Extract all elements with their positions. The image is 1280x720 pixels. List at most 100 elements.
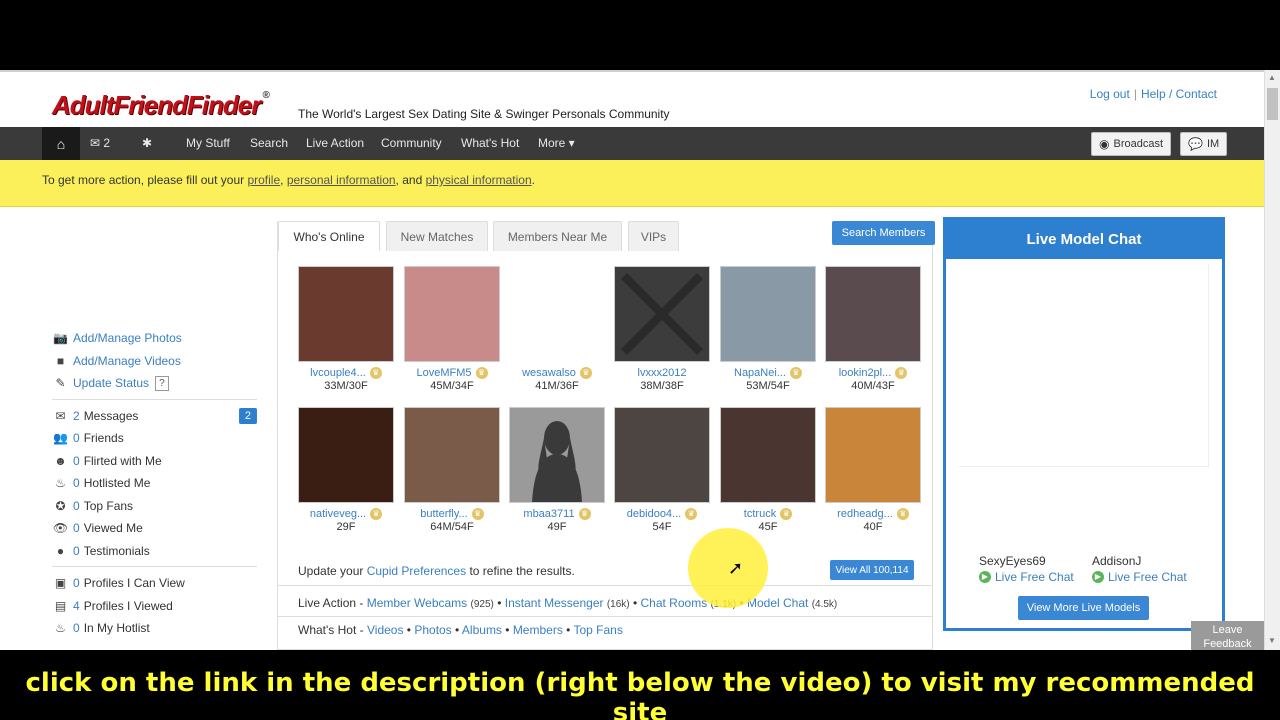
member-name[interactable]: butterfly... [420,508,467,520]
model-entry[interactable]: AddisonJ ▶ Live Free Chat [1092,554,1187,584]
member-name[interactable]: NapaNei... [734,367,786,379]
alerts-icon[interactable]: ✱ [142,136,152,150]
member-card[interactable]: wesawalso ♛ 41M/36F [509,266,605,392]
member-name[interactable]: nativeveg... [310,508,366,520]
member-photo[interactable] [720,407,816,503]
live-free-chat-link[interactable]: Live Free Chat [1108,570,1187,584]
member-photo[interactable] [298,266,394,362]
im-button[interactable]: 💬 IM [1180,132,1228,156]
sidebar-flirted[interactable]: ☻ 0 Flirted with Me [52,450,257,473]
live-free-chat-link[interactable]: Live Free Chat [995,570,1074,584]
sidebar-hotlisted[interactable]: ♨ 0 Hotlisted Me [52,472,257,495]
scroll-up-icon[interactable]: ▲ [1268,73,1276,82]
scrollbar-thumb[interactable] [1267,88,1278,120]
add-manage-videos[interactable]: ■ Add/Manage Videos [52,350,257,373]
tab-vips[interactable]: VIPs [628,221,679,251]
logout-link[interactable]: Log out [1090,87,1130,101]
member-name[interactable]: debidoo4... [627,508,681,520]
broadcast-button[interactable]: ◉ Broadcast [1091,132,1172,156]
nav-community[interactable]: Community [381,136,442,150]
search-members-button[interactable]: Search Members [832,221,935,245]
photos-link[interactable]: Photos [414,623,451,637]
sidebar-hotlist[interactable]: ♨ 0 In My Hotlist [52,617,257,640]
member-name[interactable]: lvcouple4... [310,367,366,379]
personal-info-link[interactable]: personal information [287,173,396,187]
model-entry[interactable]: SexyEyes69 ▶ Live Free Chat [979,554,1074,584]
member-name[interactable]: LoveMFM5 [416,367,471,379]
view-more-live-models-button[interactable]: View More Live Models [1018,596,1149,620]
tab-new-matches[interactable]: New Matches [386,221,488,251]
member-card[interactable]: lookin2pl... ♛ 40M/43F [825,266,921,392]
site-logo[interactable]: AdultFriendFinder ® [52,90,270,121]
member-name[interactable]: lookin2pl... [839,367,892,379]
help-icon[interactable]: ? [155,375,169,391]
live-action-row: Live Action - Member Webcams (925) • Ins… [298,596,838,610]
model-name[interactable]: AddisonJ [1092,554,1187,568]
member-tabs: Who's Online New Matches Members Near Me… [278,221,935,251]
member-card[interactable]: debidoo4... ♛ 54F [614,407,710,533]
member-photo[interactable] [509,407,605,503]
member-card[interactable]: NapaNei... ♛ 53M/54F [720,266,816,392]
member-name[interactable]: mbaa3711 [523,508,574,520]
model-chat-link[interactable]: Model Chat [747,596,808,610]
tab-whos-online[interactable]: Who's Online [278,221,380,251]
scroll-down-icon[interactable]: ▼ [1268,636,1276,645]
leave-feedback-button[interactable]: Leave Feedback [1191,621,1264,650]
physical-info-link[interactable]: physical information [426,173,532,187]
vertical-scrollbar[interactable]: ▲ ▼ [1264,70,1280,650]
nav-search[interactable]: Search [250,136,288,150]
member-card[interactable]: butterfly... ♛ 64M/54F [404,407,500,533]
member-card[interactable]: redheadg... ♛ 40F [825,407,921,533]
cupid-preferences-link[interactable]: Cupid Preferences [367,564,466,578]
member-name[interactable]: wesawalso [522,367,576,379]
home-icon[interactable]: ⌂ [42,127,80,160]
add-manage-photos[interactable]: 📷 Add/Manage Photos [52,327,257,350]
member-webcams-link[interactable]: Member Webcams [367,596,467,610]
chat-rooms-link[interactable]: Chat Rooms [641,596,708,610]
view-all-button[interactable]: View All 100,114 [830,560,914,580]
member-card[interactable]: lvxxx2012 38M/38F [614,266,710,392]
members-link[interactable]: Members [513,623,563,637]
member-photo[interactable] [509,266,605,362]
member-photo[interactable] [298,407,394,503]
member-photo[interactable] [614,266,710,362]
instant-messenger-link[interactable]: Instant Messenger [505,596,604,610]
member-card[interactable]: mbaa3711 ♛ 49F [509,407,605,533]
update-status[interactable]: ✎ Update Status? [52,372,257,395]
nav-my-stuff[interactable]: My Stuff [186,136,230,150]
messages-nav[interactable]: ✉ 2 [90,136,110,150]
member-photo[interactable] [404,266,500,362]
sidebar-testimonials[interactable]: ● 0 Testimonials [52,540,257,563]
member-card[interactable]: lvcouple4... ♛ 33M/30F [298,266,394,392]
member-photo[interactable] [404,407,500,503]
member-photo[interactable] [825,407,921,503]
member-name[interactable]: lvxxx2012 [638,367,687,379]
member-name[interactable]: tctruck [744,508,776,520]
chat-icon: 💬 [1188,137,1203,151]
videos-link[interactable]: Videos [367,623,403,637]
model-video-area[interactable] [959,264,1209,467]
sidebar-messages[interactable]: ✉ 2 Messages 2 [52,405,257,428]
nav-whats-hot[interactable]: What's Hot [461,136,519,150]
profile-link[interactable]: profile [247,173,280,187]
top-fans-link[interactable]: Top Fans [573,623,622,637]
crown-icon: ♛ [369,367,382,380]
sidebar-profiles-viewed[interactable]: ▤ 4 Profiles I Viewed [52,595,257,618]
member-photo[interactable] [825,266,921,362]
help-contact-link[interactable]: Help / Contact [1141,87,1217,101]
member-card[interactable]: nativeveg... ♛ 29F [298,407,394,533]
sidebar-friends[interactable]: 👥 0 Friends [52,427,257,450]
sidebar-viewed-me[interactable]: 👁 0 Viewed Me [52,517,257,540]
member-photo[interactable] [720,266,816,362]
member-card[interactable]: LoveMFM5 ♛ 45M/34F [404,266,500,392]
nav-live-action[interactable]: Live Action [306,136,364,150]
member-photo[interactable] [614,407,710,503]
member-name[interactable]: redheadg... [837,508,893,520]
albums-link[interactable]: Albums [462,623,502,637]
member-card[interactable]: tctruck ♛ 45F [720,407,816,533]
sidebar-profiles-can-view[interactable]: ▣ 0 Profiles I Can View [52,572,257,595]
tab-members-near-me[interactable]: Members Near Me [493,221,622,251]
sidebar-top-fans[interactable]: ✪ 0 Top Fans [52,495,257,518]
nav-more[interactable]: More ▾ [538,136,575,150]
model-name[interactable]: SexyEyes69 [979,554,1074,568]
